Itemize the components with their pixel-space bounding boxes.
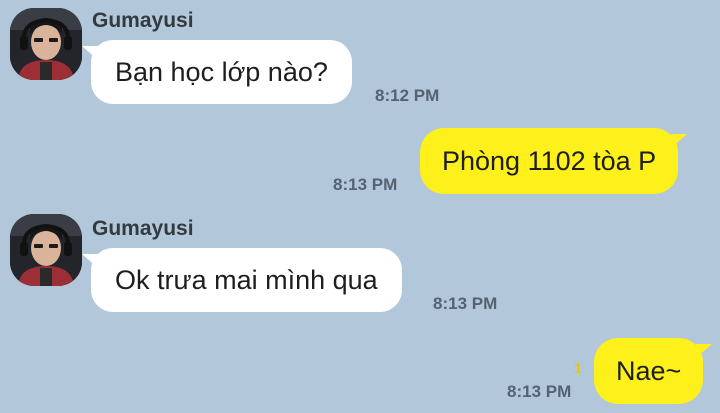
- avatar-image-icon: [10, 214, 82, 286]
- message-timestamp: 8:13 PM: [333, 175, 398, 194]
- sender-name: Gumayusi: [92, 9, 194, 32]
- message-text: Nae~: [616, 355, 682, 386]
- sender-avatar[interactable]: [10, 214, 82, 286]
- unread-count-badge: 1: [574, 360, 582, 376]
- message-text: Phòng 1102 tòa P: [442, 145, 657, 176]
- message-timestamp: 8:12 PM: [375, 86, 440, 105]
- message-timestamp: 8:13 PM: [507, 382, 572, 401]
- sender-avatar[interactable]: [10, 8, 82, 80]
- message-text: Bạn học lớp nào?: [115, 56, 328, 87]
- message-timestamp: 8:13 PM: [433, 294, 498, 313]
- avatar-image-icon: [10, 8, 82, 80]
- message-bubble-outgoing[interactable]: Nae~: [594, 338, 713, 404]
- message-bubble-incoming[interactable]: Ok trưa mai mình qua: [82, 248, 402, 312]
- message-bubble-incoming[interactable]: Bạn học lớp nào?: [82, 40, 352, 104]
- message-bubble-outgoing[interactable]: Phòng 1102 tòa P: [420, 128, 688, 194]
- sender-name: Gumayusi: [92, 217, 194, 240]
- message-text: Ok trưa mai mình qua: [115, 264, 378, 295]
